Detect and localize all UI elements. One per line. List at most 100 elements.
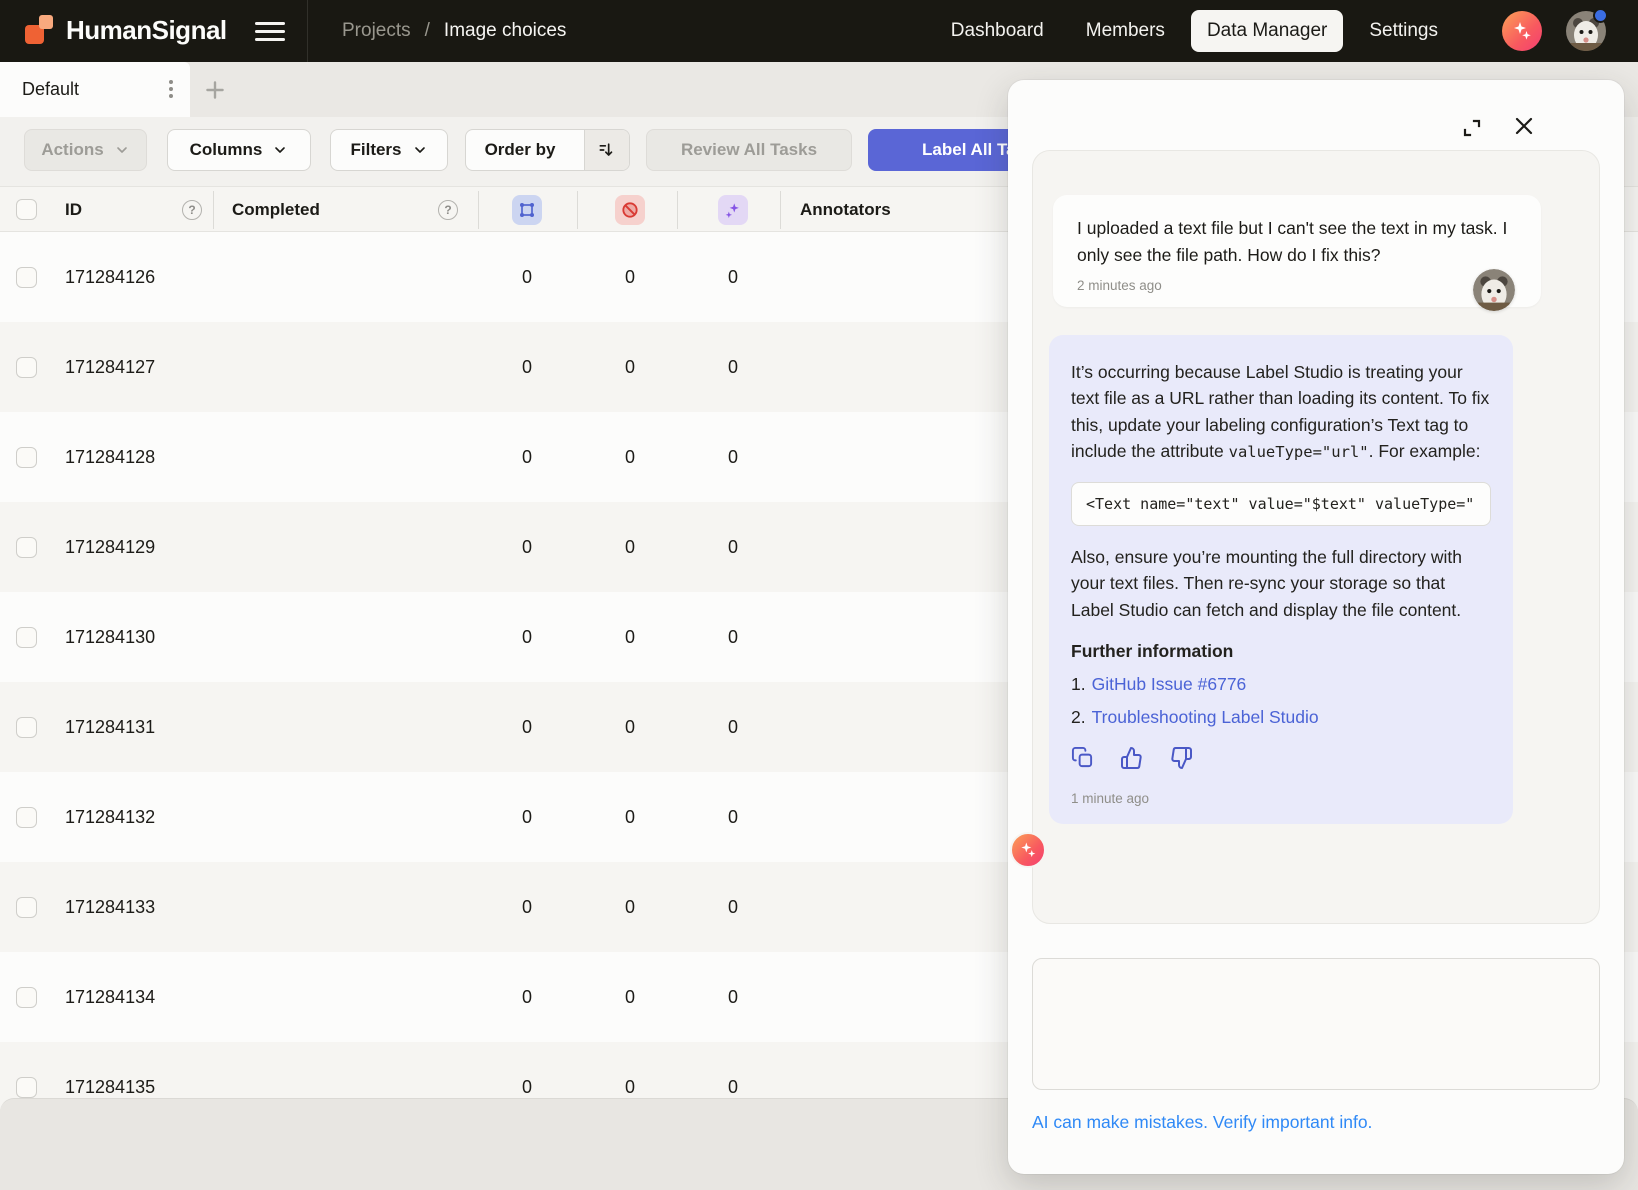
sparkles-icon: [723, 200, 743, 220]
brand-logo[interactable]: HumanSignal: [24, 14, 227, 46]
breadcrumb: Projects / Image choices: [342, 0, 566, 62]
nav-item-dashboard[interactable]: Dashboard: [935, 10, 1060, 52]
annotations-column-icon[interactable]: [512, 195, 542, 225]
tab-options-kebab-icon[interactable]: [158, 76, 184, 102]
annotations-count: 0: [503, 682, 551, 772]
annotations-count: 0: [503, 862, 551, 952]
troubleshooting-link[interactable]: Troubleshooting Label Studio: [1092, 707, 1319, 727]
tab-default-label: Default: [22, 62, 79, 117]
row-checkbox[interactable]: [16, 357, 37, 378]
columns-button[interactable]: Columns: [167, 129, 311, 171]
predictions-count: 0: [709, 592, 757, 682]
task-id: 171284134: [65, 952, 155, 1042]
copy-icon: [1071, 746, 1094, 769]
column-header-completed[interactable]: Completed: [232, 187, 320, 233]
id-help-icon[interactable]: ?: [182, 200, 202, 220]
cancelled-count: 0: [606, 412, 654, 502]
row-checkbox[interactable]: [16, 897, 37, 918]
expand-icon: [1460, 116, 1484, 140]
user-message-avatar: [1473, 269, 1515, 311]
annotations-count: 0: [503, 772, 551, 862]
expand-panel-button[interactable]: [1460, 116, 1484, 140]
row-checkbox[interactable]: [16, 717, 37, 738]
github-issue-link[interactable]: GitHub Issue #6776: [1092, 674, 1247, 694]
cancelled-count: 0: [606, 952, 654, 1042]
predictions-count: 0: [709, 412, 757, 502]
column-header-annotators[interactable]: Annotators: [800, 187, 891, 233]
user-avatar[interactable]: [1566, 11, 1606, 51]
ai-disclaimer-link[interactable]: AI can make mistakes. Verify important i…: [1032, 1112, 1372, 1133]
ai-message-avatar: [1010, 832, 1046, 868]
user-message: I uploaded a text file but I can't see t…: [1053, 195, 1541, 307]
predictions-count: 0: [709, 862, 757, 952]
reference-item: 2.Troubleshooting Label Studio: [1071, 707, 1491, 728]
task-id: 171284129: [65, 502, 155, 592]
row-checkbox[interactable]: [16, 1077, 37, 1098]
row-checkbox[interactable]: [16, 447, 37, 468]
chat-input[interactable]: [1032, 958, 1600, 1090]
row-checkbox[interactable]: [16, 627, 37, 648]
bounding-box-icon: [517, 200, 537, 220]
user-message-timestamp: 2 minutes ago: [1077, 278, 1517, 293]
order-by-button[interactable]: Order by: [465, 129, 630, 171]
tab-default[interactable]: Default: [0, 62, 190, 117]
review-all-tasks-button[interactable]: Review All Tasks: [646, 129, 852, 171]
column-divider: [213, 191, 214, 229]
column-divider: [677, 191, 678, 229]
breadcrumb-projects[interactable]: Projects: [342, 20, 411, 42]
column-header-id[interactable]: ID: [65, 187, 82, 233]
row-checkbox[interactable]: [16, 987, 37, 1008]
task-id: 171284128: [65, 412, 155, 502]
row-checkbox[interactable]: [16, 267, 37, 288]
review-all-tasks-label: Review All Tasks: [681, 140, 817, 160]
chevron-down-icon: [272, 142, 288, 158]
message-actions: [1071, 746, 1491, 769]
predictions-count: 0: [709, 322, 757, 412]
column-divider: [478, 191, 479, 229]
predictions-count: 0: [709, 502, 757, 592]
cancelled-column-icon[interactable]: [615, 195, 645, 225]
row-checkbox[interactable]: [16, 537, 37, 558]
code-block[interactable]: <Text name="text" value="$text" valueTyp…: [1071, 482, 1491, 526]
chevron-down-icon: [412, 142, 428, 158]
prohibited-icon: [620, 200, 640, 220]
nav-item-data-manager[interactable]: Data Manager: [1191, 10, 1343, 52]
predictions-count: 0: [709, 952, 757, 1042]
order-by-label: Order by: [466, 130, 574, 170]
sparkles-icon: [1510, 19, 1534, 43]
chat-message-list: I uploaded a text file but I can't see t…: [1032, 150, 1600, 924]
select-all-checkbox[interactable]: [16, 199, 37, 220]
inline-code: valueType="url": [1229, 443, 1369, 461]
cancelled-count: 0: [606, 232, 654, 322]
row-checkbox[interactable]: [16, 807, 37, 828]
close-icon: [1512, 114, 1536, 138]
close-panel-button[interactable]: [1512, 114, 1536, 138]
breadcrumb-separator: /: [425, 20, 430, 42]
predictions-count: 0: [709, 682, 757, 772]
annotations-count: 0: [503, 502, 551, 592]
copy-button[interactable]: [1071, 746, 1094, 769]
nav-links: Dashboard Members Data Manager Settings: [935, 0, 1454, 62]
ai-assistant-button[interactable]: [1502, 11, 1542, 51]
add-tab-button[interactable]: [202, 77, 228, 103]
ai-message-paragraph-2: Also, ensure you’re mounting the full di…: [1071, 544, 1491, 623]
actions-button[interactable]: Actions: [24, 129, 147, 171]
thumbs-down-button[interactable]: [1169, 746, 1192, 769]
task-id: 171284133: [65, 862, 155, 952]
task-id: 171284130: [65, 592, 155, 682]
nav-item-settings[interactable]: Settings: [1353, 10, 1454, 52]
predictions-column-icon[interactable]: [718, 195, 748, 225]
sort-direction-toggle[interactable]: [584, 130, 629, 170]
filters-button[interactable]: Filters: [330, 129, 448, 171]
nav-item-members[interactable]: Members: [1070, 10, 1181, 52]
thumbs-up-button[interactable]: [1120, 746, 1143, 769]
cancelled-count: 0: [606, 862, 654, 952]
hamburger-menu-icon[interactable]: [255, 18, 285, 44]
completed-help-icon[interactable]: ?: [438, 200, 458, 220]
ai-text-after-code: . For example:: [1369, 441, 1481, 461]
plus-icon: [202, 77, 228, 103]
chevron-down-icon: [114, 142, 130, 158]
sort-descending-icon: [597, 140, 617, 160]
ai-chat-panel: I uploaded a text file but I can't see t…: [1008, 80, 1624, 1174]
cancelled-count: 0: [606, 772, 654, 862]
